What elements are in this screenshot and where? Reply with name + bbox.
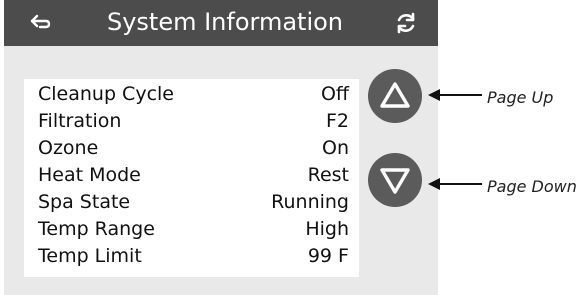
info-row-filtration: Filtration F2 [38, 110, 349, 133]
info-value: On [322, 137, 349, 159]
info-label: Heat Mode [38, 164, 141, 186]
info-label: Cleanup Cycle [38, 83, 174, 105]
page-up-callout-arrow [428, 89, 482, 101]
page-down-button[interactable] [368, 153, 422, 207]
info-label: Ozone [38, 137, 99, 159]
page-up-callout-label: Page Up [487, 88, 554, 107]
info-label: Spa State [38, 191, 131, 213]
info-label: Temp Range [38, 218, 155, 240]
info-row-spa-state: Spa State Running [38, 191, 349, 214]
info-value: Rest [307, 164, 349, 186]
info-row-temp-range: Temp Range High [38, 218, 349, 241]
spa-control-screen: System Information Cleanup Cycle Off Fil… [4, 0, 438, 295]
page-title: System Information [106, 8, 344, 36]
system-info-list: Cleanup Cycle Off Filtration F2 Ozone On… [24, 79, 359, 277]
info-value: F2 [325, 110, 349, 132]
back-arrow-icon[interactable] [28, 11, 52, 35]
page-down-callout-label: Page Down [487, 177, 577, 196]
info-label: Filtration [38, 110, 122, 132]
info-row-temp-limit: Temp Limit 99 F [38, 245, 349, 268]
triangle-down-icon [380, 168, 410, 194]
info-row-heat-mode: Heat Mode Rest [38, 164, 349, 187]
info-row-cleanup-cycle: Cleanup Cycle Off [38, 83, 349, 106]
info-value: Running [271, 191, 349, 213]
info-value: 99 F [307, 245, 349, 267]
page-up-button[interactable] [368, 69, 422, 123]
title-bar: System Information [4, 0, 438, 46]
triangle-up-icon [380, 82, 410, 108]
info-value: Off [320, 83, 349, 105]
refresh-icon[interactable] [394, 11, 418, 35]
page-down-callout-arrow [428, 178, 482, 190]
info-row-ozone: Ozone On [38, 137, 349, 160]
info-label: Temp Limit [38, 245, 142, 267]
info-value: High [305, 218, 349, 240]
